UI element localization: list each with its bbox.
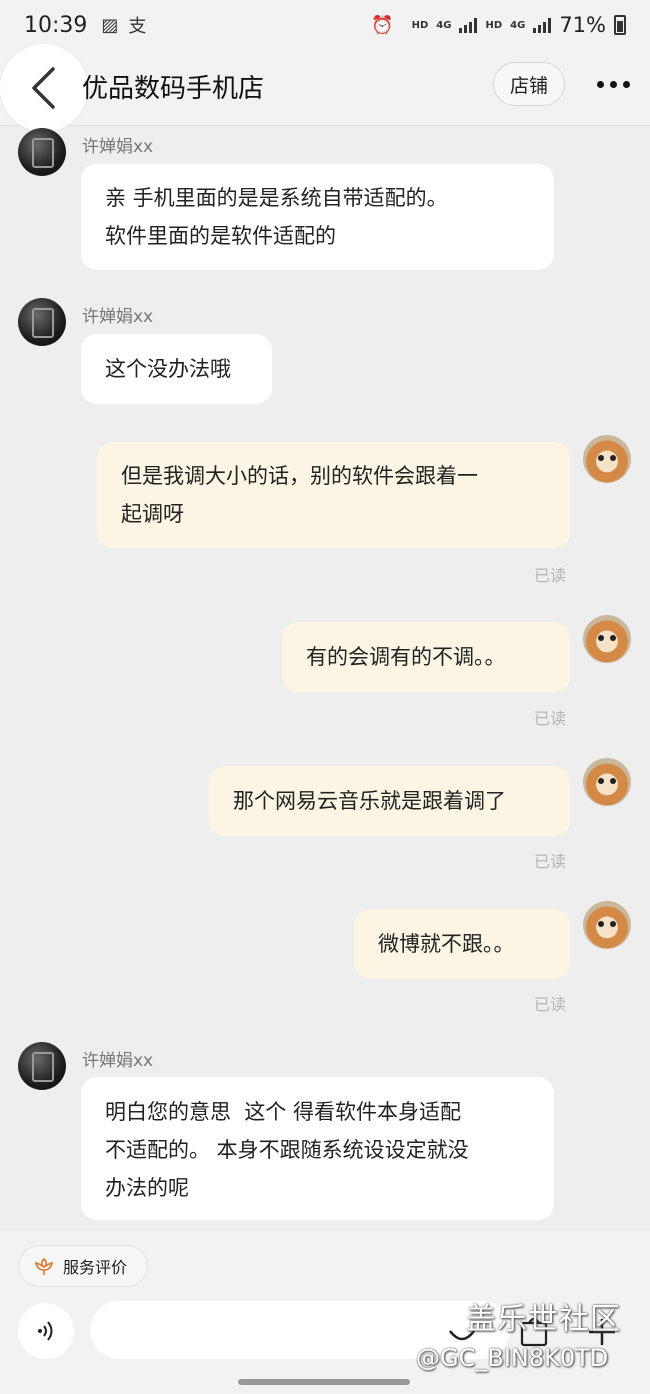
read-status: 已读 [534,995,567,1014]
composer-area: 服务评价 盖乐世社区 @GC_BIN8K0TD [0,1231,650,1394]
flower-icon [34,1257,54,1275]
gallery-icon: ▨ [101,14,119,36]
network-4g-label: 4G [436,19,452,31]
message-bubble-outgoing[interactable]: 但是我调大小的话，别的软件会跟着一 起调呀 [97,442,570,548]
dot-icon [609,80,617,88]
message-line: 有的会调有的不调。。 [306,645,506,669]
chat-header: 优品数码手机店 店铺 [0,44,650,132]
read-status: 已读 [534,709,567,728]
dot-icon [596,80,604,88]
status-right: ⏰ HD 4G HD 4G 71% [371,13,626,37]
sender-name: 许婵娟xx [82,1051,154,1071]
status-bar: 10:39 ▨ 支 ⏰ HD 4G HD 4G 71% [0,0,650,50]
seller-avatar[interactable] [18,128,66,176]
message-bubble-outgoing[interactable]: 有的会调有的不调。。 [282,622,570,692]
message-bubble-incoming[interactable]: 亲 手机里面的是是系统自带适配的。 软件里面的是软件适配的 [81,164,554,270]
message-line: 不适配的。 本身不跟随系统设设定就没 [105,1138,469,1162]
alipay-icon: 支 [128,16,147,37]
more-options-button[interactable] [588,64,638,104]
home-indicator[interactable] [238,1379,410,1385]
message-bubble-outgoing[interactable]: 微博就不跟。。 [354,909,570,979]
user-avatar[interactable] [583,615,631,663]
network-hd-label-2: HD [485,19,503,31]
message-line: 起调呀 [121,502,184,526]
sender-name: 许婵娟xx [82,307,154,327]
signal-icon [459,17,478,33]
message-line: 办法的呢 [105,1176,189,1200]
network-hd-label: HD [411,19,429,31]
network-4g-label-2: 4G [510,19,526,31]
seller-avatar[interactable] [18,1042,66,1090]
seller-avatar[interactable] [18,298,66,346]
read-status: 已读 [534,566,567,585]
message-bubble-incoming[interactable]: 明白您的意思 这个 得看软件本身适配 不适配的。 本身不跟随系统设设定就没 办法… [81,1077,554,1220]
status-time: 10:39 [24,12,88,38]
back-button[interactable] [0,44,88,132]
battery-icon [614,15,626,35]
dot-icon [622,80,630,88]
service-rating-label: 服务评价 [63,1258,128,1277]
message-line: 软件里面的是软件适配的 [105,224,336,248]
message-line: 亲 手机里面的是是系统自带适配的。 [105,186,448,210]
user-avatar[interactable] [583,435,631,483]
user-avatar[interactable] [583,758,631,806]
voice-icon [38,1321,53,1341]
signal-icon-2 [533,17,552,33]
watermark-community: 盖乐世社区 [466,1302,621,1337]
alarm-icon: ⏰ [371,14,394,36]
message-line: 那个网易云音乐就是跟着调了 [233,789,506,813]
message-bubble-incoming[interactable]: 这个没办法哦 [81,334,272,404]
voice-input-button[interactable] [18,1303,74,1359]
battery-percent: 71% [559,13,606,37]
service-rating-button[interactable]: 服务评价 [18,1245,148,1287]
shop-button[interactable]: 店铺 [493,62,565,106]
user-avatar[interactable] [583,901,631,949]
message-line: 但是我调大小的话，别的软件会跟着一 [121,464,478,488]
chevron-left-icon [32,67,55,109]
sender-name: 许婵娟xx [82,137,154,157]
watermark-username: @GC_BIN8K0TD [416,1344,609,1372]
read-status: 已读 [534,852,567,871]
message-line: 明白您的意思 这个 得看软件本身适配 [105,1100,462,1124]
message-line: 这个没办法哦 [105,357,231,381]
message-bubble-outgoing[interactable]: 那个网易云音乐就是跟着调了 [209,766,570,836]
page-title: 优品数码手机店 [82,74,265,104]
message-line: 微博就不跟。。 [378,932,515,956]
